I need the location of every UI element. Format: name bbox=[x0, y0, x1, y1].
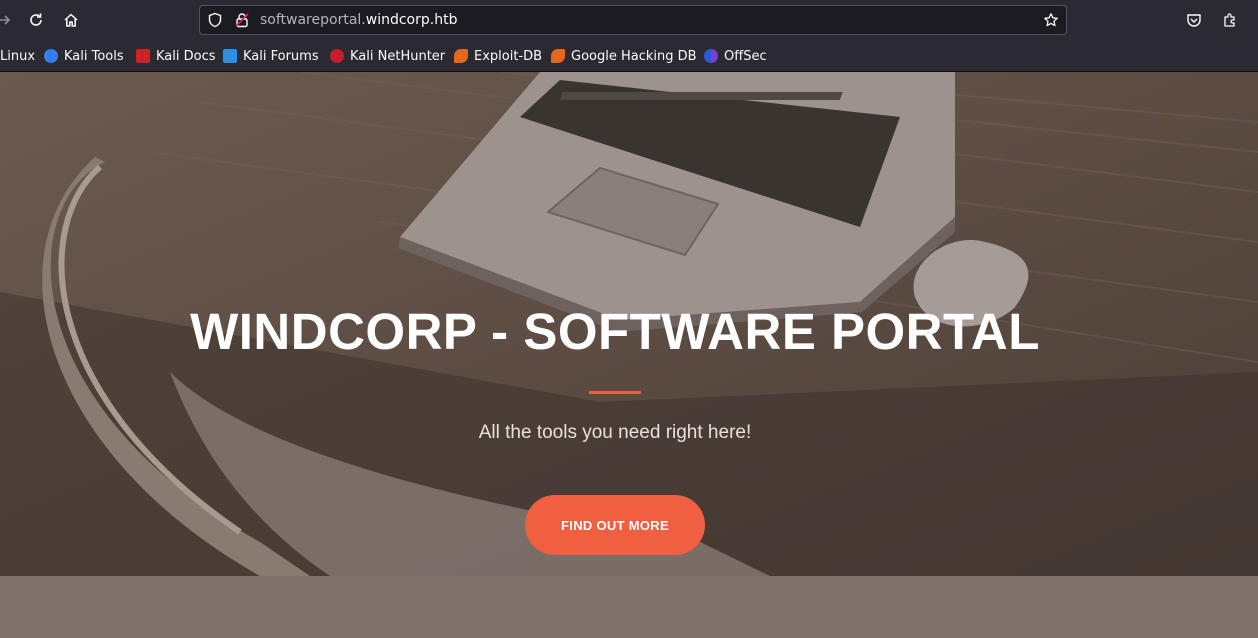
bookmark-exploit-db[interactable]: Exploit-DB bbox=[454, 47, 542, 65]
bookmark-label: Exploit-DB bbox=[474, 48, 543, 64]
reload-icon bbox=[30, 13, 42, 26]
kali-tools-icon bbox=[44, 49, 58, 63]
home-button[interactable] bbox=[59, 8, 83, 32]
find-out-more-button[interactable]: FIND OUT MORE bbox=[525, 495, 705, 555]
reload-button[interactable] bbox=[24, 8, 48, 32]
pocket-button[interactable] bbox=[1182, 8, 1206, 32]
page-viewport: WINDCORP - SOFTWARE PORTAL All the tools… bbox=[0, 72, 1258, 638]
browser-toolbar: softwareportal.windcorp.htb bbox=[0, 0, 1258, 40]
forward-button[interactable] bbox=[0, 8, 16, 32]
bookmark-offsec[interactable]: OffSec bbox=[704, 47, 767, 65]
bookmark-kali-docs[interactable]: Kali Docs bbox=[136, 47, 216, 65]
bookmark-label: Kali Forums bbox=[243, 48, 319, 64]
bookmark-label: Kali Docs bbox=[156, 48, 216, 64]
lock-icon[interactable] bbox=[234, 12, 250, 28]
hero-title: WINDCORP - SOFTWARE PORTAL bbox=[190, 303, 1040, 360]
url-text[interactable]: softwareportal.windcorp.htb bbox=[260, 12, 457, 28]
next-section bbox=[0, 576, 1258, 638]
hero-divider bbox=[589, 391, 641, 394]
pocket-icon bbox=[1187, 14, 1201, 27]
puzzle-icon bbox=[1224, 13, 1235, 27]
exploitdb-icon bbox=[454, 49, 468, 63]
bookmark-label: OffSec bbox=[724, 48, 767, 64]
kali-forums-icon bbox=[223, 49, 237, 63]
url-bar[interactable]: softwareportal.windcorp.htb bbox=[199, 5, 1067, 35]
bookmark-google-hacking-db[interactable]: Google Hacking DB bbox=[551, 47, 697, 65]
bookmark-kali-nethunter[interactable]: Kali NetHunter bbox=[330, 47, 445, 65]
arrow-right-icon bbox=[0, 15, 11, 25]
star-icon[interactable] bbox=[1043, 12, 1059, 28]
bookmarks-toolbar: Linux Kali Tools Kali Docs Kali Forums K… bbox=[0, 40, 1258, 72]
hero-section: WINDCORP - SOFTWARE PORTAL All the tools… bbox=[0, 72, 1258, 576]
bookmark-linux[interactable]: Linux bbox=[0, 47, 35, 65]
bookmark-label: Kali Tools bbox=[64, 48, 124, 64]
url-domain: windcorp.htb bbox=[365, 12, 458, 28]
nethunter-icon bbox=[330, 49, 344, 63]
ghdb-icon bbox=[551, 49, 565, 63]
bookmark-label: Linux bbox=[0, 48, 36, 64]
bookmark-label: Google Hacking DB bbox=[571, 48, 697, 64]
offsec-icon bbox=[704, 49, 718, 63]
url-subdomain: softwareportal. bbox=[260, 12, 366, 28]
hero-subtitle: All the tools you need right here! bbox=[478, 422, 752, 443]
extensions-button[interactable] bbox=[1218, 8, 1242, 32]
shield-icon[interactable] bbox=[207, 12, 223, 28]
home-icon bbox=[64, 13, 78, 27]
bookmark-kali-tools[interactable]: Kali Tools bbox=[44, 47, 124, 65]
bookmark-kali-forums[interactable]: Kali Forums bbox=[223, 47, 319, 65]
bookmark-label: Kali NetHunter bbox=[350, 48, 446, 64]
kali-docs-icon bbox=[136, 49, 150, 63]
